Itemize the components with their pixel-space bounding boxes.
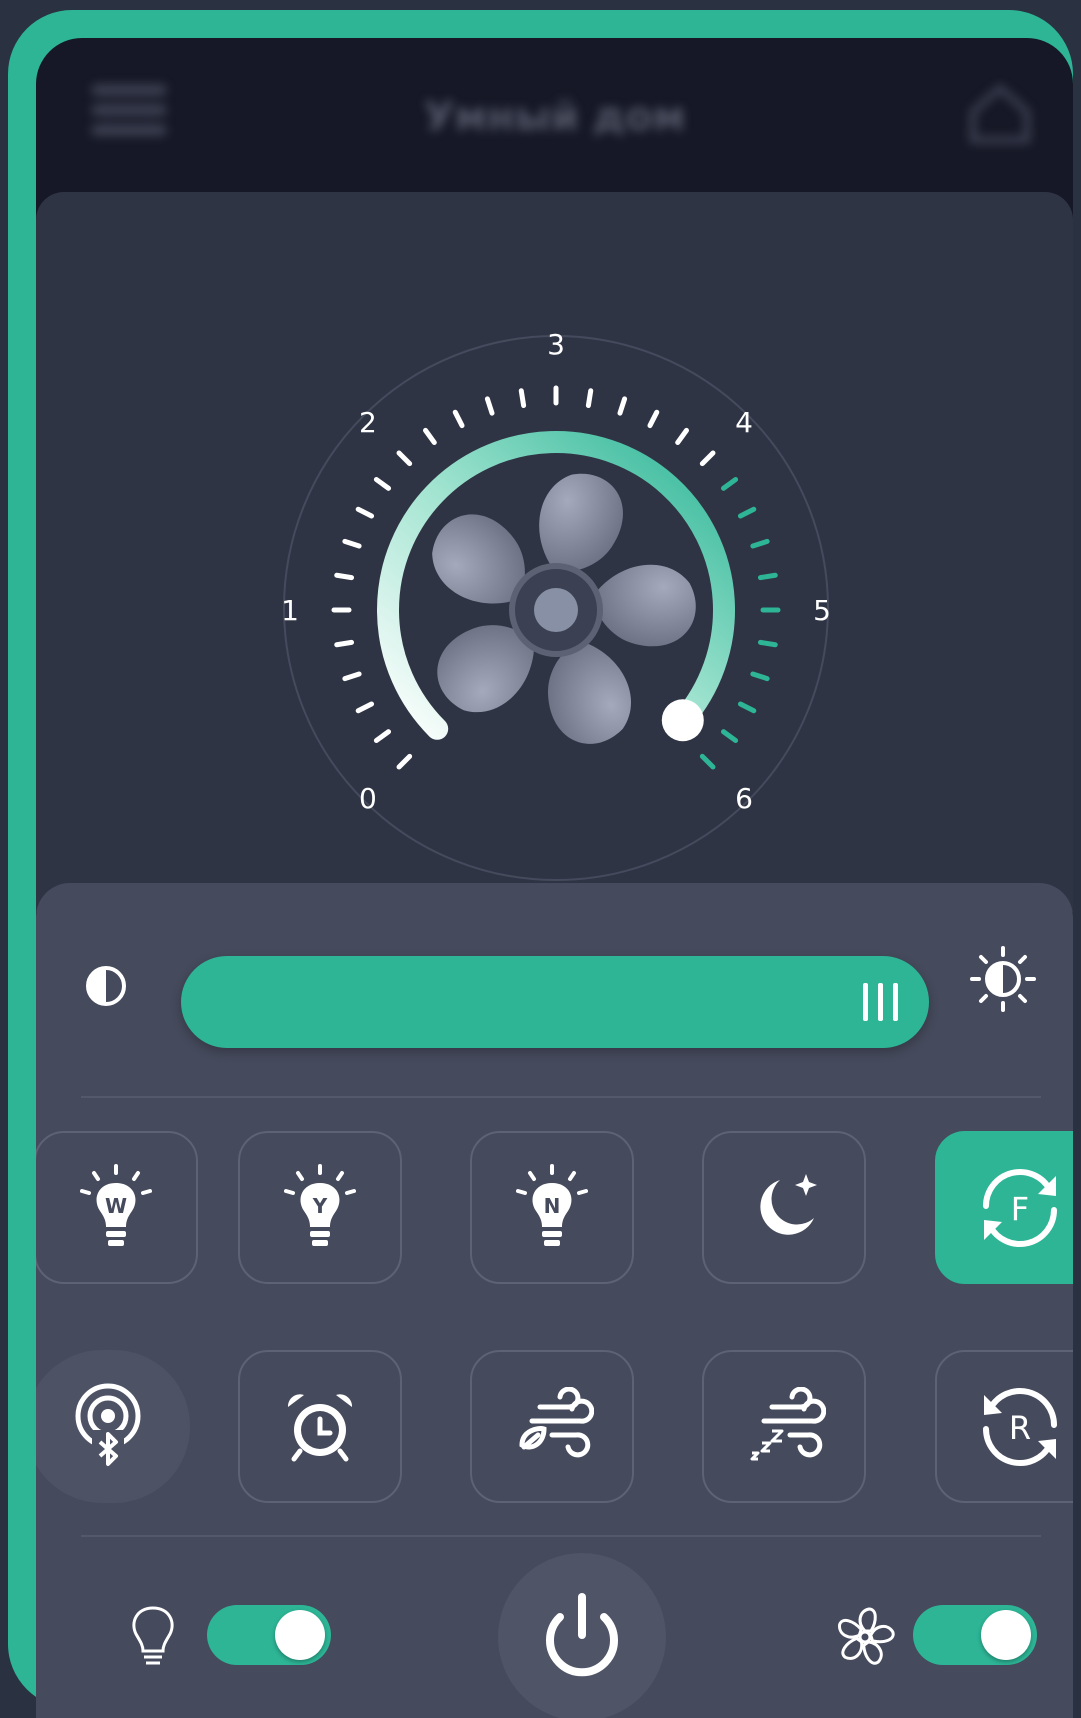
divider — [81, 1535, 1041, 1537]
dial-tick — [373, 729, 392, 743]
sleep-wind-icon — [750, 1386, 826, 1460]
slider-grip-icon[interactable] — [863, 983, 903, 1021]
dial-tick — [518, 388, 527, 409]
dial-tick — [720, 729, 739, 743]
bluetooth-signal-icon — [75, 1383, 141, 1470]
speed-knob[interactable] — [661, 699, 704, 742]
app-screen: Умный дом 0 1 2 3 4 5 6 W Y N F R — [36, 38, 1073, 1718]
dial-tick — [423, 427, 437, 446]
dial-tick — [484, 396, 495, 416]
dial-scale-label: 1 — [281, 594, 299, 627]
dial-tick — [750, 538, 770, 549]
dial-tick — [737, 506, 757, 519]
dial-tick — [585, 388, 594, 409]
reverse-rotation-button[interactable]: R — [935, 1350, 1073, 1503]
divider — [81, 1096, 1041, 1098]
dial-tick — [373, 477, 392, 491]
brightness-slider[interactable] — [181, 956, 929, 1048]
light-n-button[interactable]: N — [470, 1131, 634, 1284]
page-title: Умный дом — [423, 94, 686, 140]
dial-scale-label: 6 — [735, 782, 753, 815]
alarm-clock-icon — [287, 1393, 353, 1461]
dial-tick — [720, 477, 739, 491]
dial-tick — [396, 450, 413, 467]
bulb-icon: Y — [284, 1163, 356, 1246]
svg-text:W: W — [105, 1194, 127, 1218]
fan-blade — [539, 473, 623, 572]
timer-button[interactable] — [238, 1350, 402, 1503]
dial-tick — [737, 701, 757, 714]
dial-tick — [750, 671, 770, 682]
dial-tick — [452, 409, 465, 429]
bulb-icon: N — [516, 1163, 588, 1246]
power-button[interactable] — [498, 1553, 666, 1718]
light-y-button[interactable]: Y — [238, 1131, 402, 1284]
night-mode-button[interactable] — [702, 1131, 866, 1284]
forward-rotation-button[interactable]: F — [935, 1131, 1073, 1284]
top-bar: Умный дом — [36, 38, 1073, 188]
leaf-wind-icon — [519, 1386, 594, 1457]
dial-tick — [699, 753, 716, 770]
fan-icon — [432, 473, 696, 744]
svg-text:F: F — [1011, 1190, 1029, 1228]
dial-tick — [334, 639, 355, 648]
svg-text:N: N — [544, 1194, 561, 1218]
dial-tick — [757, 572, 778, 581]
fan-blade — [594, 564, 696, 647]
speed-dial[interactable]: 0 1 2 3 4 5 6 — [256, 288, 856, 888]
dial-tick — [699, 450, 716, 467]
rotate-icon: R — [983, 1387, 1057, 1466]
light-toggle[interactable] — [207, 1605, 331, 1665]
dial-tick — [675, 427, 689, 446]
dial-scale-label: 2 — [359, 406, 377, 439]
dial-tick — [396, 753, 413, 770]
svg-text:Y: Y — [312, 1194, 328, 1218]
light-w-button[interactable]: W — [36, 1131, 198, 1284]
phone-frame: Умный дом 0 1 2 3 4 5 6 W Y N F R — [8, 10, 1073, 1718]
svg-text:R: R — [1009, 1409, 1031, 1447]
natural-wind-button[interactable] — [470, 1350, 634, 1503]
fan-toggle[interactable] — [913, 1605, 1037, 1665]
fan-outline-icon — [838, 1607, 895, 1665]
dial-tick — [617, 396, 628, 416]
bulb-icon: W — [80, 1163, 152, 1246]
bluetooth-button[interactable] — [36, 1350, 190, 1503]
dial-tick — [342, 538, 362, 549]
dial-scale-label: 0 — [359, 782, 377, 815]
dial-scale-label: 5 — [813, 594, 831, 627]
brightness-high-icon — [970, 946, 1036, 1012]
dial-tick — [342, 671, 362, 682]
home-icon[interactable] — [965, 78, 1035, 148]
dial-scale-label: 4 — [735, 406, 753, 439]
brightness-low-icon — [86, 966, 126, 1006]
dial-tick — [355, 506, 375, 519]
power-icon — [546, 1593, 618, 1677]
dial-tick — [647, 409, 660, 429]
rotate-icon: F — [983, 1168, 1057, 1247]
dial-scale-label: 3 — [547, 328, 565, 361]
lightbulb-outline-icon — [132, 1606, 174, 1665]
dial-tick — [355, 701, 375, 714]
dial-tick — [757, 639, 778, 648]
dial-tick — [334, 572, 355, 581]
moon-star-icon — [760, 1173, 817, 1235]
sleep-wind-button[interactable] — [702, 1350, 866, 1503]
toggle-knob — [275, 1610, 325, 1660]
toggle-knob — [981, 1610, 1031, 1660]
